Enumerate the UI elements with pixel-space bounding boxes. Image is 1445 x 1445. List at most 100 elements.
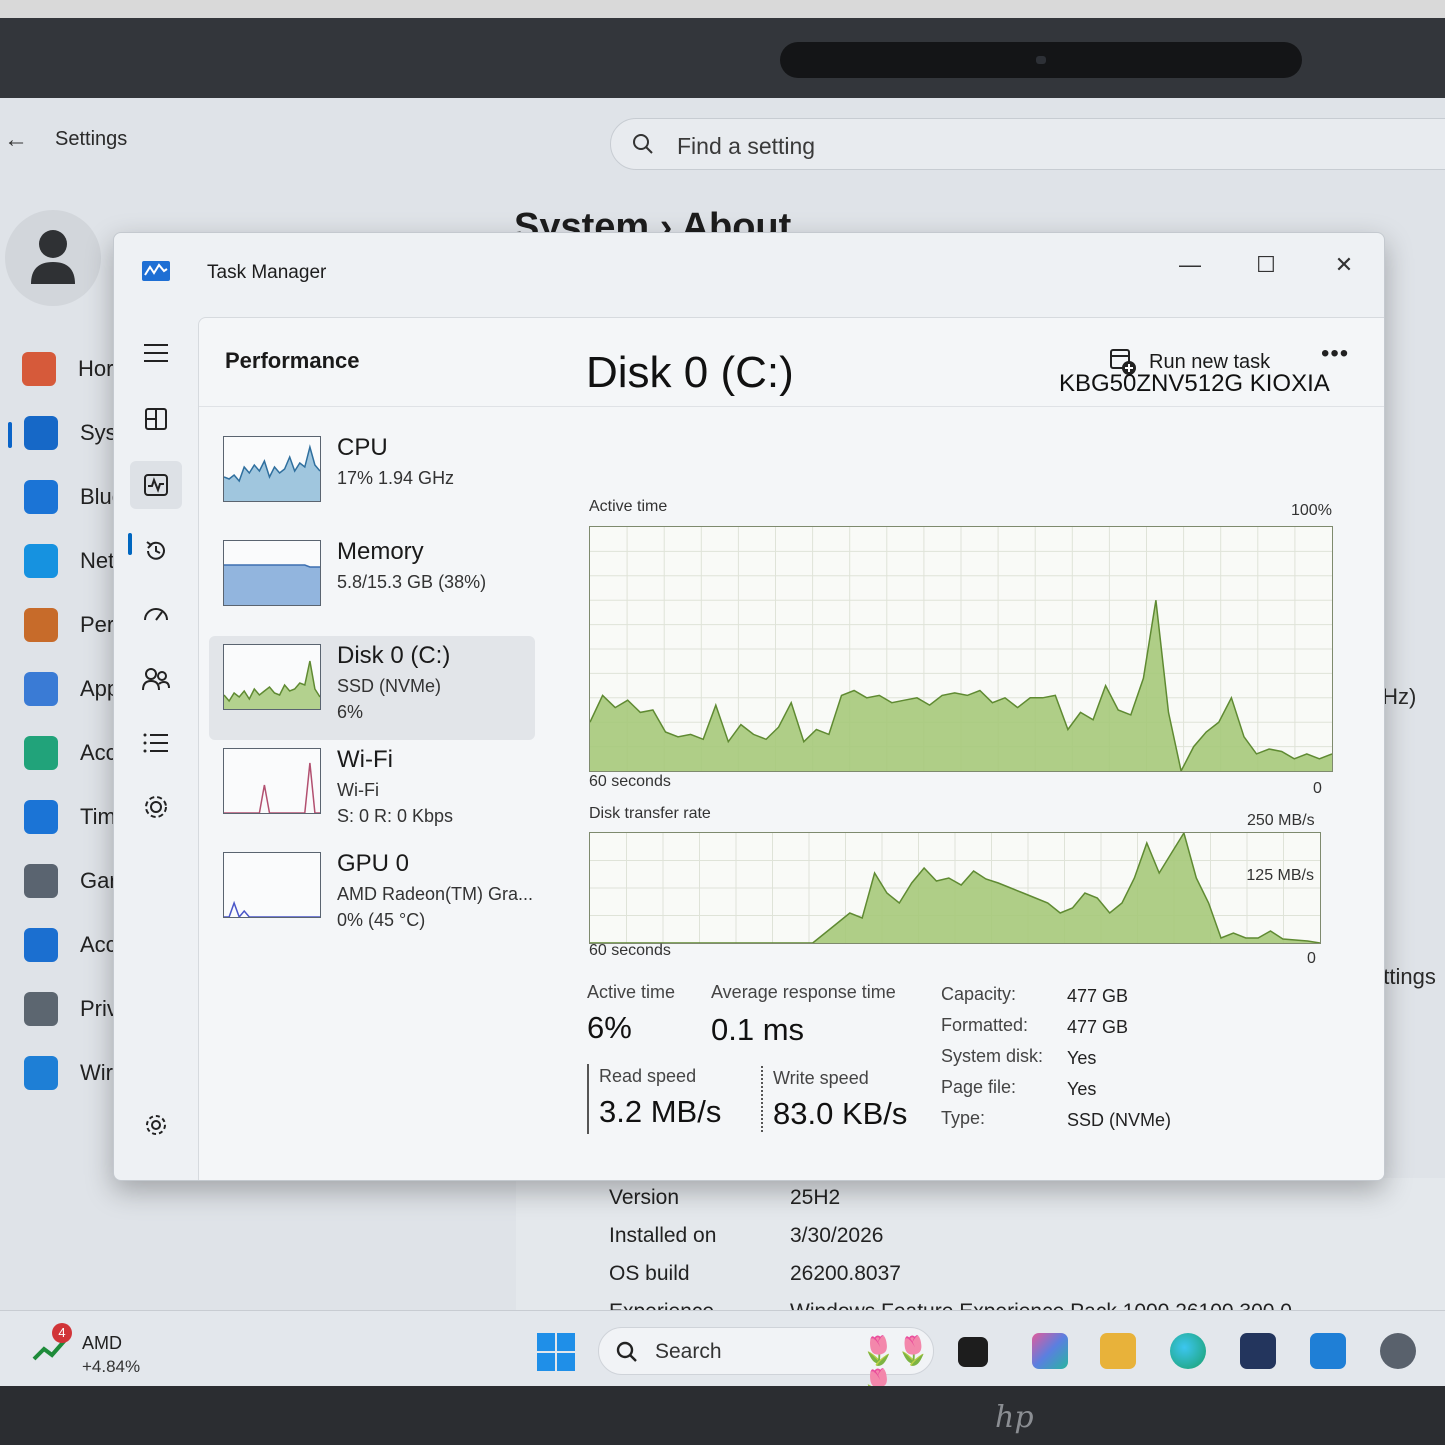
minimize-button[interactable]: — [1160,247,1220,283]
search-icon [616,1341,637,1362]
read-speed-divider [587,1064,589,1134]
property-key: Formatted: [941,1015,1029,1035]
device-sub2: 6% [337,702,364,722]
nav-item-label: Wir [80,1060,113,1085]
close-button[interactable]: ✕ [1314,247,1374,283]
device-name: CPU [337,434,388,461]
maximize-button[interactable]: ☐ [1236,247,1296,283]
read-speed-stat-label: Read speed [599,1066,697,1086]
device-name: Disk 0 (C:) [337,642,451,669]
active-time-seconds-label: 60 seconds [589,773,671,790]
spec-key: Installed on [609,1224,717,1247]
startup-apps-icon[interactable] [130,591,182,639]
gaming-icon [24,864,58,898]
property-key: System disk: [941,1046,1044,1066]
users-icon[interactable] [130,655,182,703]
nav-item-4[interactable]: Pers [24,608,125,642]
nav-item-label: Acc [80,932,117,957]
transfer-rate-chart-label: Disk transfer rate [589,805,711,822]
details-icon[interactable] [130,719,182,767]
settings-gear-icon[interactable] [130,1101,182,1149]
services-icon[interactable] [130,783,182,831]
settings-gear-taskbar-icon[interactable] [1380,1333,1416,1369]
screen: ← Settings Find a setting System › About… [0,98,1445,1386]
device-item[interactable]: Memory 5.8/15.3 GB (38%) [209,532,535,636]
property-key: Type: [941,1108,986,1128]
device-item[interactable]: Wi-Fi Wi-Fi S: 0 R: 0 Kbps [209,740,535,844]
nav-item-10[interactable]: Priv [24,992,118,1026]
transfer-rate-mid-label: 125 MB/s [1246,867,1314,884]
nav-item-8[interactable]: Gan [24,864,122,898]
laptop-bezel-bottom [0,1386,1445,1445]
app-history-icon[interactable] [130,527,182,575]
property-value: 477 GB [1067,986,1129,1006]
property-value: 477 GB [1067,1017,1129,1037]
page-title: Performance [225,348,360,373]
spec-value: 26200.8037 [790,1262,901,1285]
nav-item-3[interactable]: Net [24,544,114,578]
device-sub2: 0% (45 °C) [337,910,426,930]
read-speed-stat-value: 3.2 MB/s [599,1094,722,1129]
update-icon [24,1056,58,1090]
windows-spec-card: Version 25H2 Installed on 3/30/2026 OS build… [516,1178,1445,1323]
transfer-rate-chart-max: 250 MB/s [1247,812,1315,829]
device-sub1: Wi-Fi [337,780,379,800]
webcam-lens [1036,56,1046,64]
file-explorer-icon[interactable] [1100,1333,1136,1369]
webcam-bar [780,42,1302,78]
nav-item-1[interactable]: Syst [24,416,123,450]
back-arrow-icon[interactable]: ← [4,126,28,154]
hamburger-menu-icon[interactable] [130,329,182,377]
more-options-button[interactable]: ••• [1321,340,1349,368]
device-sub2: S: 0 R: 0 Kbps [337,806,454,826]
find-setting-search[interactable]: Find a setting [610,118,1445,170]
device-thumbnail [223,748,321,814]
taskbar: 4 AMD +4.84% Search 🌷🌷🌷 [0,1310,1445,1386]
store-icon[interactable] [1240,1333,1276,1369]
stock-name[interactable]: AMD [82,1333,122,1354]
m365-copilot-icon[interactable] [1032,1333,1068,1369]
user-avatar[interactable] [5,210,101,306]
performance-icon[interactable] [130,461,182,509]
nav-item-11[interactable]: Wir [24,1056,113,1090]
bluetooth-icon [24,480,58,514]
device-item[interactable]: Disk 0 (C:) SSD (NVMe) 6% [209,636,535,740]
active-time-graph [590,527,1332,771]
wifi-icon [24,544,58,578]
transfer-zero-label: 0 [1307,950,1316,967]
avg-response-stat-value: 0.1 ms [711,1012,805,1047]
device-name: Wi-Fi [337,746,393,773]
device-sub1: AMD Radeon(TM) Gra... [337,884,534,904]
nav-item-2[interactable]: Blue [24,480,124,514]
task-manager-icon [142,261,170,281]
device-name: GPU 0 [337,850,410,877]
active-time-chart-max: 100% [1291,502,1332,519]
active-time-zero-label: 0 [1313,780,1322,797]
nav-item-0[interactable]: Hor [22,352,113,386]
device-item[interactable]: CPU 17% 1.94 GHz [209,428,535,532]
processes-icon[interactable] [130,395,182,443]
nav-item-6[interactable]: Acc [24,736,117,770]
nav-item-9[interactable]: Acc [24,928,117,962]
device-thumbnail [223,436,321,502]
outlook-icon[interactable] [1310,1333,1346,1369]
task-view-icon[interactable] [958,1337,988,1367]
device-name: Memory [337,538,424,565]
taskbar-search[interactable]: Search 🌷🌷🌷 [598,1327,934,1386]
stock-change: +4.84% [82,1357,141,1376]
nav-item-label: Acc [80,740,117,765]
spec-value: 25H2 [790,1186,841,1209]
taskbar-search-label: Search [655,1340,722,1363]
system-icon [24,416,58,450]
home-icon [22,352,56,386]
privacy-icon [24,992,58,1026]
nav-item-7[interactable]: Tim [24,800,116,834]
nav-item-5[interactable]: App [24,672,119,706]
accounts-icon [24,736,58,770]
edge-browser-icon[interactable] [1170,1333,1206,1369]
windows-start-icon[interactable] [537,1333,575,1371]
spec-key: OS build [609,1262,690,1285]
device-item[interactable]: GPU 0 AMD Radeon(TM) Gra... 0% (45 °C) [209,844,535,948]
disk-model: KBG50ZNV512G KIOXIA [1059,370,1330,397]
property-value: Yes [1067,1079,1097,1099]
